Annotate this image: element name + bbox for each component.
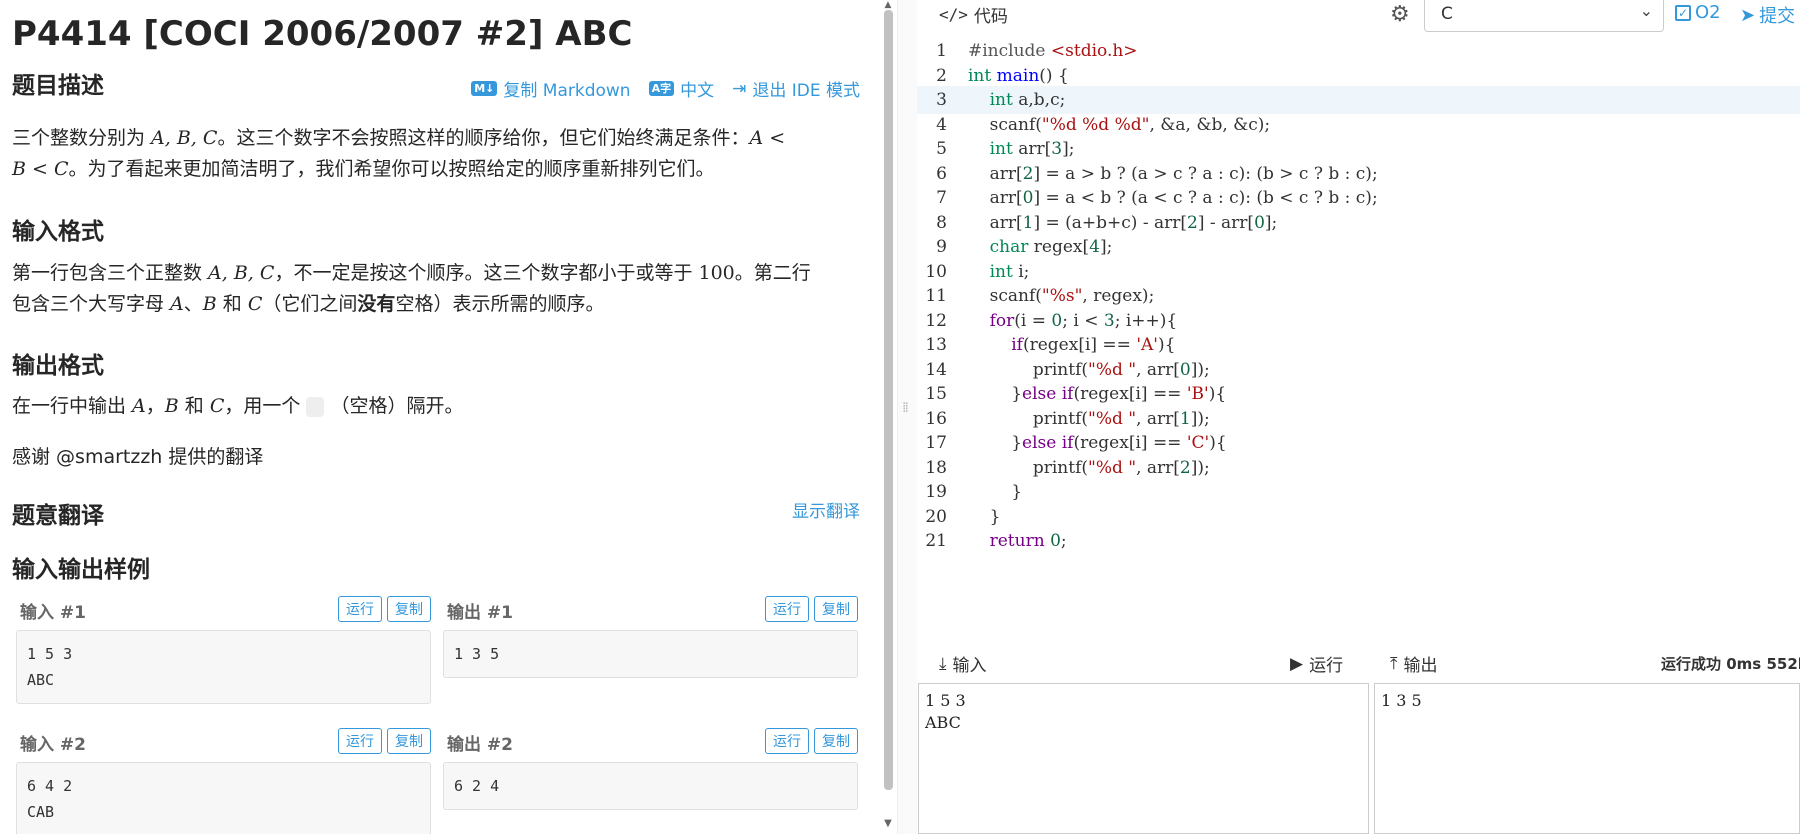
upload-icon: ⤒ (1390, 653, 1398, 674)
exit-ide-button[interactable]: ⇥ 退出 IDE 模式 (732, 76, 860, 102)
thanks-text: 感谢 @smartzzh 提供的翻译 (12, 446, 264, 468)
code-editor[interactable]: 1 #include <stdio.h> 2 int main() {3 int a,… (917, 41, 1800, 642)
gear-icon[interactable]: ⚙ (1390, 2, 1410, 27)
sample-1-input-box: 1 5 3 ABC (16, 630, 431, 704)
submit-button[interactable]: ➤ 提交 (1740, 2, 1795, 28)
sample-2-output-run-button[interactable]: 运行 (765, 728, 809, 754)
scroll-up-arrow-icon[interactable]: ▲ (882, 0, 894, 10)
code-icon: </> (939, 5, 968, 24)
exit-ide-label: 退出 IDE 模式 (752, 81, 860, 101)
scroll-down-arrow-icon[interactable]: ▼ (882, 818, 894, 832)
input-panel-label: 输入 (952, 656, 987, 676)
drag-handle-icon[interactable]: ⁞⁞ (902, 400, 909, 416)
line-number: 21 (925, 531, 947, 551)
ide-toolbar: </> 代码 ⚙ C ⌄ ✓ O2 ➤ 提交 (917, 0, 1800, 32)
output-format-text: 在一行中输出 A，B 和 C，用一个 （空格）隔开。 (12, 395, 464, 417)
pane-splitter[interactable] (897, 0, 917, 834)
output-panel-tab: ⤒ 输出 (1390, 651, 1438, 677)
sample-output-label: 输出 #2 (447, 735, 513, 755)
code-tab-label: 代码 (973, 7, 1008, 27)
show-translation-link[interactable]: 显示翻译 (792, 497, 860, 522)
sample-2-input-box: 6 4 2 CAB (16, 762, 431, 834)
sample-1-input-copy-button[interactable]: 复制 (387, 596, 431, 622)
copy-markdown-button[interactable]: M↓ 复制 Markdown (471, 76, 631, 101)
run-status: 运行成功 0ms 552kb (1661, 655, 1800, 673)
paper-plane-icon: ➤ (1740, 4, 1756, 26)
sample-2-output-box: 6 2 4 (443, 762, 858, 810)
submit-label: 提交 (1759, 6, 1796, 27)
sample-1-output-run-button[interactable]: 运行 (765, 596, 809, 622)
problem-pane: P4414 [COCI 2006/2007 #2] ABC 题目描述 M↓ 复制… (0, 0, 880, 834)
run-button[interactable]: ▶ 运行 (1290, 651, 1344, 677)
download-icon: ⤓ (939, 653, 947, 674)
ide-pane: </> 代码 ⚙ C ⌄ ✓ O2 ➤ 提交 1 #include <stdio.… (917, 0, 1800, 834)
sample-input-label: 输入 #1 (20, 603, 86, 623)
code-line[interactable]: 21 return 0; (917, 527, 1800, 555)
checkbox-checked-icon: ✓ (1675, 4, 1691, 21)
sample-1-output-copy-button[interactable]: 复制 (814, 596, 858, 622)
input-format-text: 第一行包含三个正整数 A, B, C，不一定是按这个顺序。这三个数字都小于或等于… (12, 262, 811, 315)
stdout-box: 1 3 5 (1374, 683, 1800, 834)
chevron-down-icon: ⌄ (1639, 1, 1653, 20)
input-panel-tab: ⤓ 输入 (939, 651, 987, 677)
exit-icon: ⇥ (732, 78, 747, 99)
o2-toggle[interactable]: ✓ O2 (1675, 2, 1721, 23)
copy-markdown-label: 复制 Markdown (503, 81, 631, 101)
language-toggle-button[interactable]: A字 中文 (648, 76, 715, 101)
io-header: ⤓ 输入 ▶ 运行 ⤒ 输出 运行成功 0ms 552kb (917, 645, 1800, 681)
o2-label: O2 (1695, 2, 1721, 23)
sample-1-output-box: 1 3 5 (443, 630, 858, 678)
translation-heading: 题意翻译 (12, 503, 104, 529)
code-tab[interactable]: </> 代码 (939, 2, 1008, 27)
scrollbar-thumb[interactable] (884, 10, 893, 790)
sample-2-output-copy-button[interactable]: 复制 (814, 728, 858, 754)
output-panel-label: 输出 (1403, 656, 1438, 676)
markdown-icon: M↓ (471, 81, 498, 96)
input-format-heading: 输入格式 (12, 219, 104, 245)
run-button-label: 运行 (1309, 656, 1344, 676)
problem-title: P4414 [COCI 2006/2007 #2] ABC (12, 14, 633, 54)
code-text: return 0; (989, 531, 1067, 551)
sample-2-input-run-button[interactable]: 运行 (338, 728, 382, 754)
language-label: 中文 (680, 81, 715, 101)
problem-actions: M↓ 复制 Markdown A字 中文 ⇥ 退出 IDE 模式 (471, 76, 860, 101)
sample-input-label: 输入 #2 (20, 735, 86, 755)
stdin-textarea[interactable]: 1 5 3 ABC (918, 683, 1369, 834)
space-chip (306, 396, 325, 417)
play-icon: ▶ (1290, 653, 1304, 674)
description-heading: 题目描述 (12, 73, 104, 99)
translate-icon: A字 (648, 81, 675, 96)
description-text: 三个整数分别为 A, B, C。这三个数字不会按照这样的顺序给你，但它们始终满足… (12, 127, 786, 180)
language-select-value: C (1441, 4, 1453, 24)
language-select[interactable]: C ⌄ (1424, 0, 1664, 32)
sample-2-input-copy-button[interactable]: 复制 (387, 728, 431, 754)
sample-output-label: 输出 #1 (447, 603, 513, 623)
samples-heading: 输入输出样例 (12, 557, 150, 583)
output-format-heading: 输出格式 (12, 353, 104, 379)
sample-1-input-run-button[interactable]: 运行 (338, 596, 382, 622)
